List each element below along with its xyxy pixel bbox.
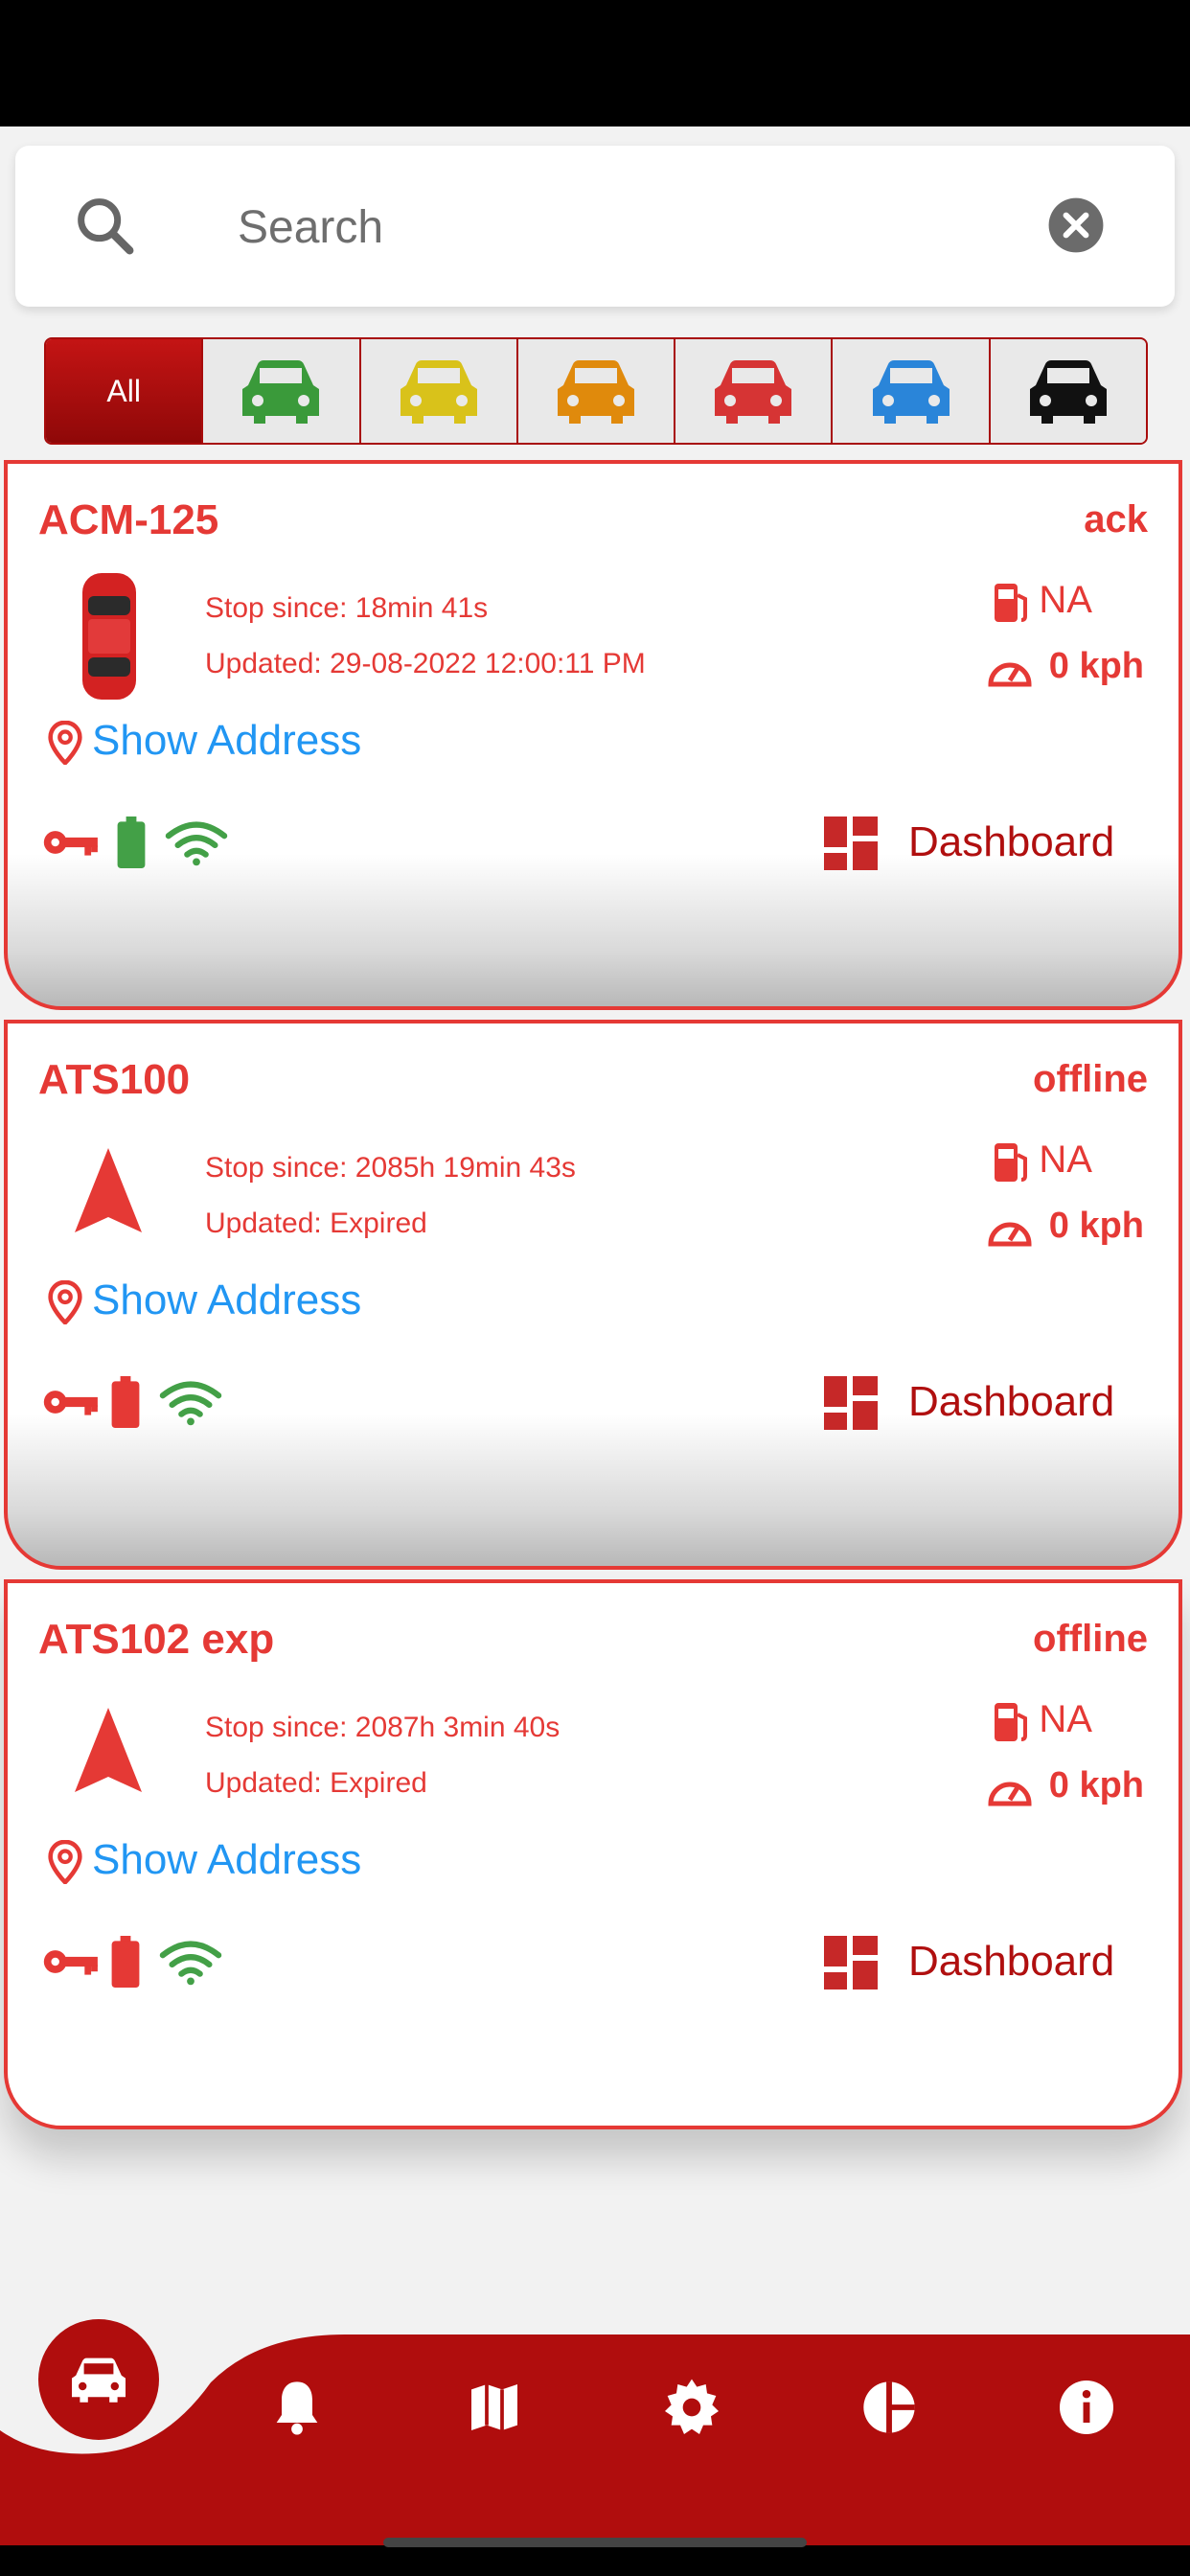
bottom-navigation-bar (0, 2334, 1190, 2547)
red-car-icon (82, 573, 136, 700)
updated-time: Updated: Expired (205, 1208, 427, 1239)
location-pin-icon (48, 1280, 82, 1324)
fuel-value: NA (1039, 579, 1092, 621)
filter-tab-yellow[interactable] (360, 339, 518, 443)
blue-car-icon (872, 360, 950, 424)
red-car-icon (715, 360, 792, 424)
filter-tab-black[interactable] (990, 339, 1146, 443)
car-icon (72, 2358, 126, 2403)
signal-wifi-icon (159, 1941, 222, 1986)
fuel-icon (995, 1143, 1027, 1182)
search-bar (15, 146, 1175, 307)
updated-time: Updated: 29-08-2022 12:00:11 PM (205, 648, 646, 679)
ignition-key-icon (43, 1950, 98, 1975)
system-nav-strip (0, 2545, 1190, 2576)
signal-wifi-icon (159, 1381, 222, 1426)
vehicle-name: ATS100 (38, 1056, 191, 1103)
yellow-car-icon (400, 360, 477, 424)
updated-time: Updated: Expired (205, 1767, 427, 1799)
battery-icon (117, 816, 146, 868)
pie-chart-icon[interactable] (858, 2377, 920, 2438)
show-address-link[interactable]: Show Address (92, 717, 361, 765)
speedometer-icon (988, 1222, 1032, 1247)
dashboard-button[interactable]: Dashboard (908, 818, 1114, 866)
vehicle-status: offline (1033, 1058, 1148, 1100)
search-input[interactable] (236, 188, 1006, 266)
filter-all-label: All (106, 373, 141, 408)
vehicle-card[interactable]: ATS102 exp offline Stop since: 2087h 3mi… (4, 1579, 1182, 2129)
fuel-value: NA (1039, 1698, 1092, 1740)
show-address-link[interactable]: Show Address (92, 1276, 361, 1324)
black-car-icon (1029, 360, 1107, 424)
speed-value: 0 kph (1048, 1765, 1144, 1806)
gear-icon[interactable] (661, 2377, 722, 2438)
status-bar (0, 0, 1190, 126)
ignition-key-icon (43, 1391, 98, 1415)
speedometer-icon (988, 662, 1032, 687)
info-icon[interactable] (1056, 2377, 1117, 2438)
nav-vehicles-button[interactable] (38, 2319, 159, 2440)
search-icon[interactable] (69, 190, 142, 263)
stop-since: Stop since: 2087h 3min 40s (205, 1712, 561, 1743)
dashboard-icon[interactable] (824, 1376, 878, 1430)
orange-car-icon (557, 360, 634, 424)
vehicle-card[interactable]: ATS100 offline Stop since: 2085h 19min 4… (4, 1020, 1182, 1570)
location-pin-icon (48, 721, 82, 765)
battery-icon (111, 1376, 140, 1428)
fuel-icon (995, 584, 1027, 622)
vehicle-name: ATS102 exp (38, 1616, 275, 1663)
dashboard-icon[interactable] (824, 816, 878, 870)
ignition-key-icon (43, 831, 98, 856)
signal-wifi-icon (165, 821, 228, 866)
vehicle-filter-tabs: All (44, 337, 1148, 445)
dashboard-button[interactable]: Dashboard (908, 1378, 1114, 1426)
filter-tab-blue[interactable] (833, 339, 991, 443)
dashboard-button[interactable]: Dashboard (908, 1938, 1114, 1986)
stop-since: Stop since: 2085h 19min 43s (205, 1152, 576, 1184)
filter-tab-all[interactable]: All (46, 339, 204, 443)
speed-value: 0 kph (1048, 646, 1144, 686)
red-arrow-icon (75, 1148, 142, 1232)
green-car-icon (242, 360, 320, 424)
speed-value: 0 kph (1048, 1206, 1144, 1246)
stop-since: Stop since: 18min 41s (205, 592, 489, 624)
home-indicator[interactable] (383, 2538, 807, 2547)
filter-tab-orange[interactable] (517, 339, 676, 443)
dashboard-icon[interactable] (824, 1936, 878, 1990)
red-arrow-icon (75, 1708, 142, 1792)
vehicle-name: ACM-125 (38, 496, 219, 543)
bell-icon[interactable] (266, 2377, 328, 2438)
location-pin-icon (48, 1840, 82, 1884)
show-address-link[interactable]: Show Address (92, 1836, 361, 1884)
vehicle-status: ack (1084, 498, 1148, 540)
battery-icon (111, 1936, 140, 1988)
map-icon[interactable] (464, 2377, 525, 2438)
vehicle-card[interactable]: ACM-125 ack Stop since: 18min 41s Update… (4, 460, 1182, 1010)
fuel-icon (995, 1703, 1027, 1741)
clear-search-icon[interactable] (1046, 196, 1106, 255)
filter-tab-red[interactable] (675, 339, 834, 443)
filter-tab-green[interactable] (203, 339, 361, 443)
speedometer-icon (988, 1782, 1032, 1806)
fuel-value: NA (1039, 1138, 1092, 1181)
vehicle-status: offline (1033, 1618, 1148, 1660)
